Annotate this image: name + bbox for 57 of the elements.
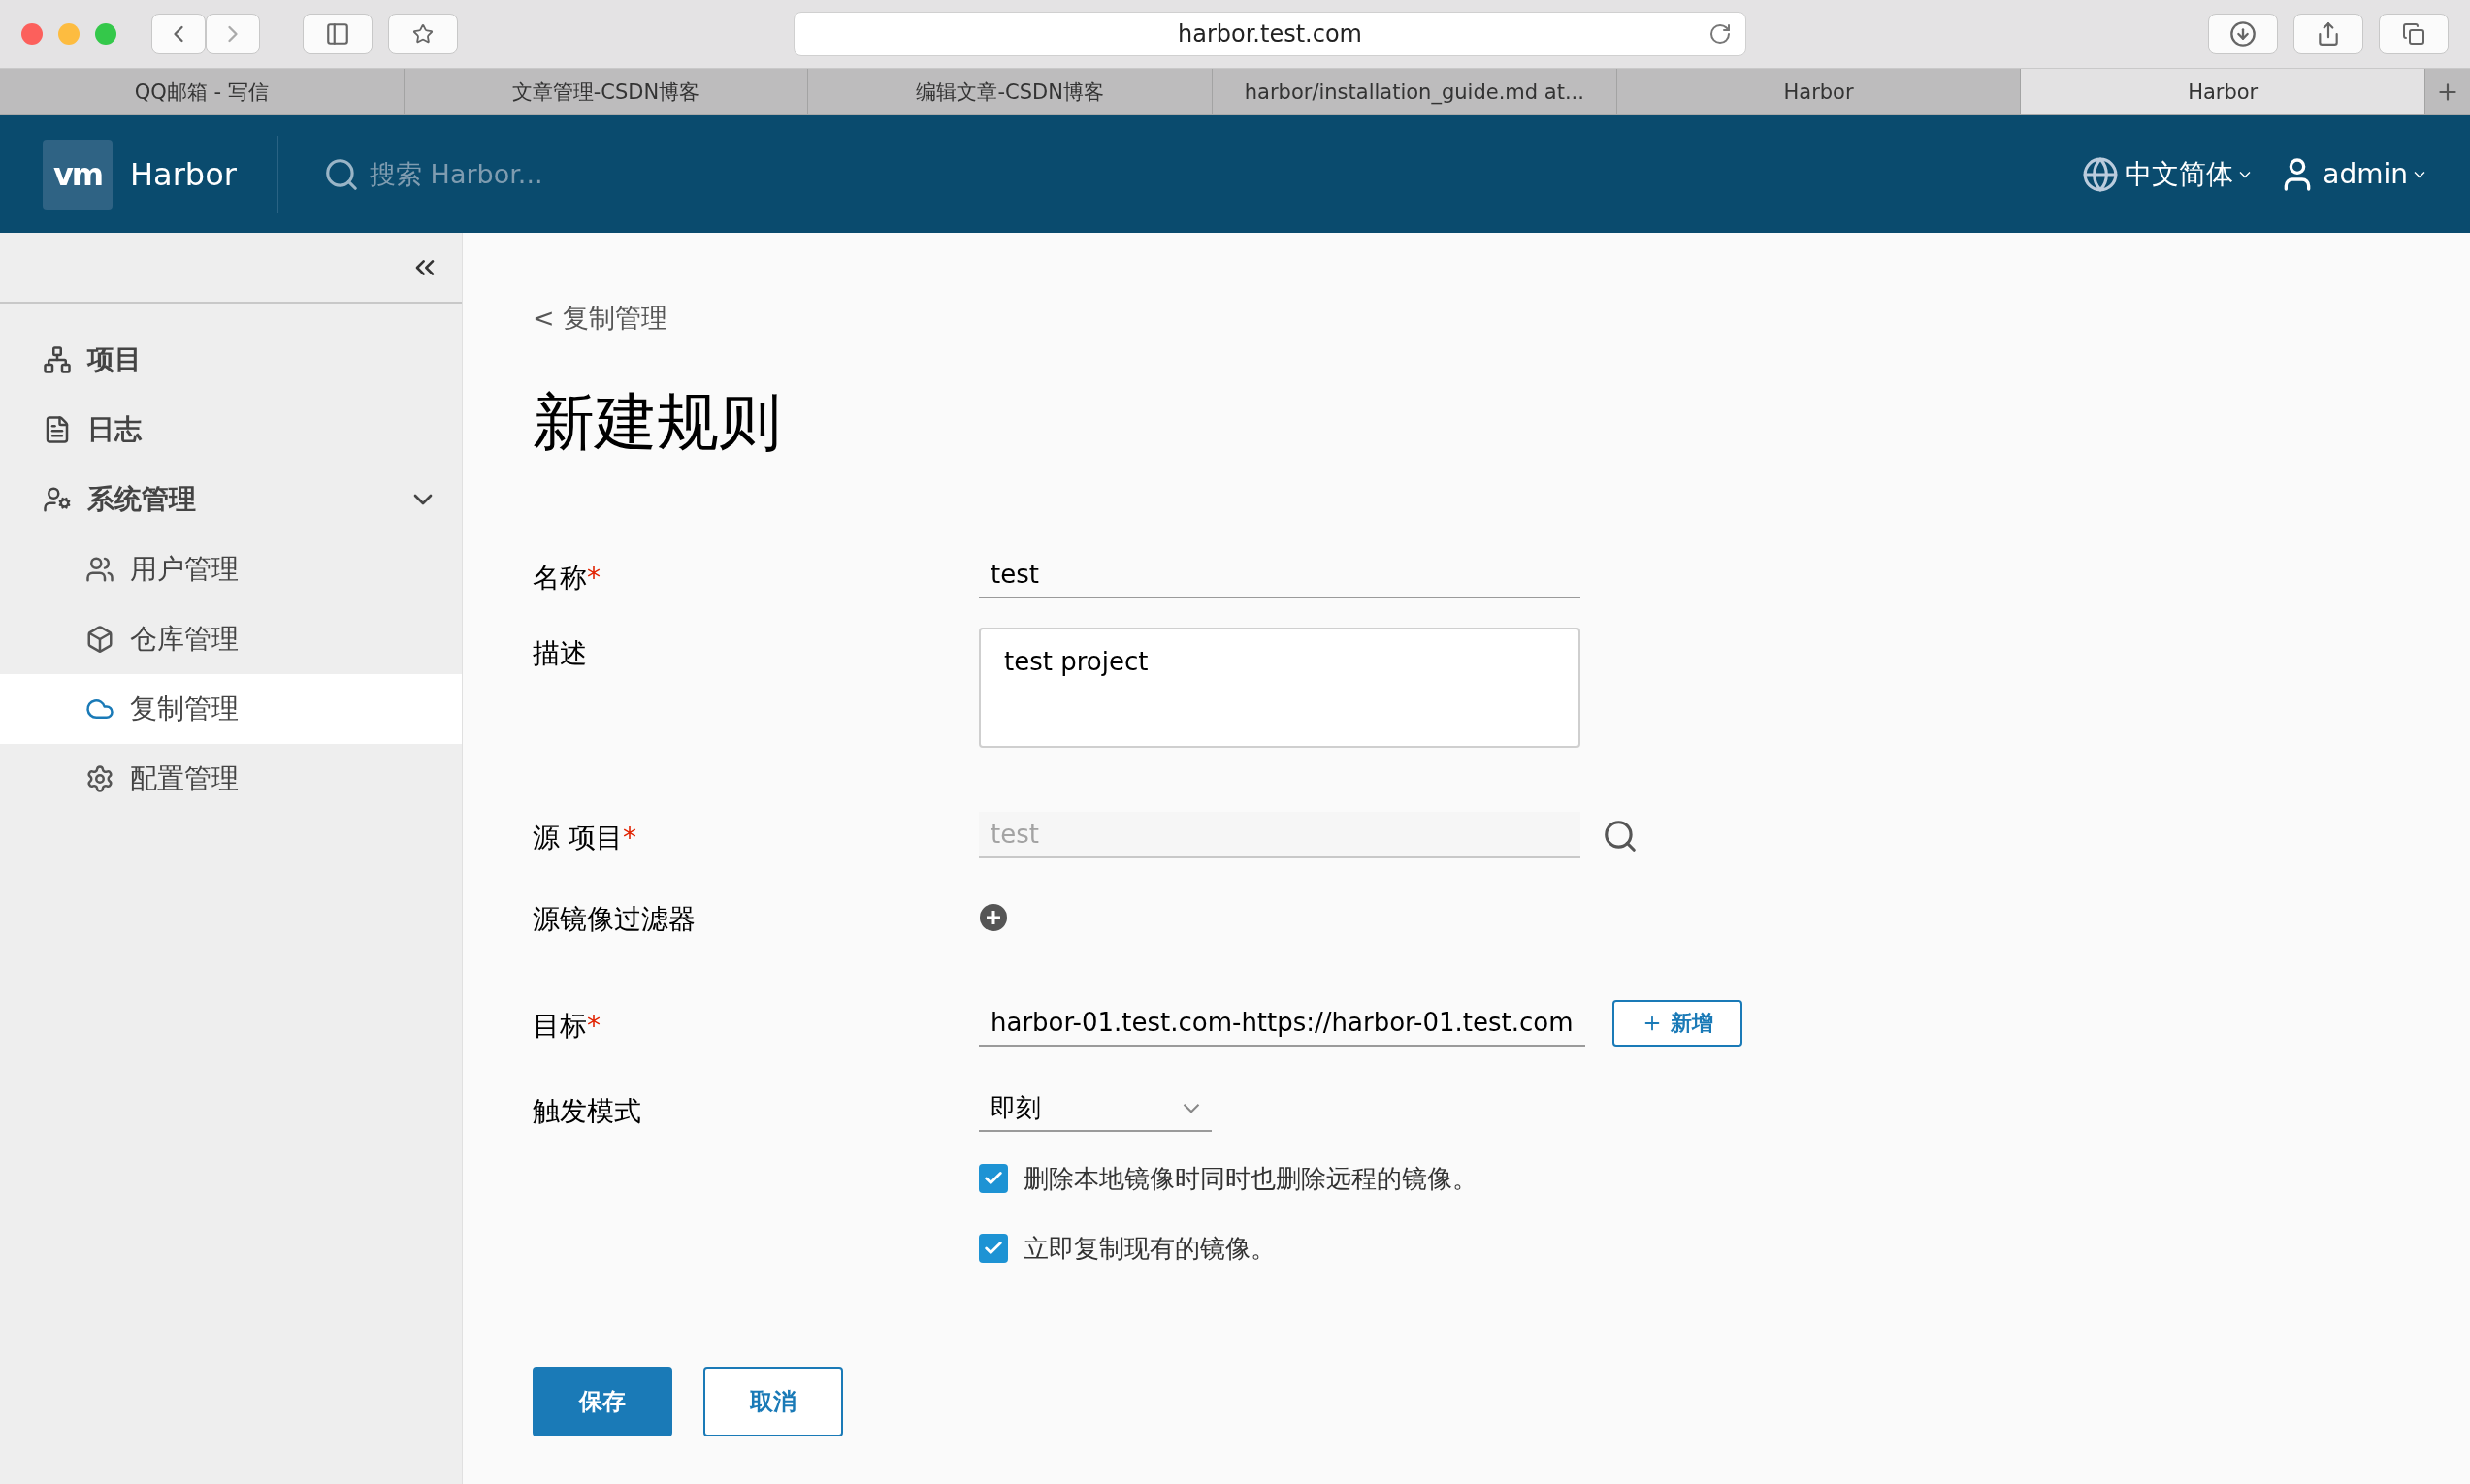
checkbox[interactable]: [979, 1234, 1008, 1263]
input-field[interactable]: test: [979, 552, 1580, 598]
plus-circle-icon[interactable]: [979, 903, 1008, 932]
text-area[interactable]: test project: [979, 628, 1580, 748]
field-label: 目标*: [533, 1009, 601, 1044]
field-label: 源镜像过滤器: [533, 902, 697, 937]
user-gear-icon: [43, 485, 72, 514]
checkbox-label: 删除本地镜像时同时也删除远程的镜像。: [1024, 1162, 1478, 1195]
share-icon: [2316, 21, 2341, 47]
checkbox-label: 立即复制现有的镜像。: [1024, 1232, 1276, 1265]
logo: vm: [43, 139, 113, 210]
download-icon: [2229, 20, 2257, 48]
back-link[interactable]: < 复制管理: [533, 303, 668, 333]
save-button[interactable]: 保存: [533, 1367, 672, 1436]
nav-item[interactable]: 系统管理: [0, 465, 462, 534]
nav-item[interactable]: 仓库管理: [0, 604, 462, 674]
app-title: Harbor: [130, 155, 238, 193]
search-icon[interactable]: [1602, 818, 1639, 855]
nav-item[interactable]: 项目: [0, 325, 462, 395]
star-icon: [412, 23, 434, 45]
add-button[interactable]: 新增: [1611, 1000, 1742, 1047]
close-icon[interactable]: [21, 23, 43, 45]
chevron-down-icon: [1183, 1102, 1200, 1113]
language-menu[interactable]: 中文简体: [2125, 155, 2234, 193]
field-label: 名称*: [533, 561, 601, 596]
user-menu[interactable]: admin: [2323, 158, 2408, 190]
caret-icon: [2414, 170, 2425, 178]
gear-icon: [85, 764, 114, 793]
field-label: 源 项目*: [533, 821, 637, 855]
page-title: 新建规则: [533, 385, 782, 460]
download-button[interactable]: [2208, 14, 2278, 54]
field-label: 描述: [533, 636, 588, 671]
input-field[interactable]: harbor-01.test.com-https://harbor-01.test.com: [979, 1000, 1585, 1047]
users-icon: [85, 555, 114, 584]
globe-icon[interactable]: [2082, 155, 2120, 193]
tabs-button[interactable]: [2379, 14, 2449, 54]
select-field[interactable]: 即刻: [979, 1085, 1212, 1132]
sitemap-icon: [43, 345, 72, 374]
nav-item[interactable]: 日志: [0, 395, 462, 465]
nav-item[interactable]: 配置管理: [0, 744, 462, 814]
bookmarks-button[interactable]: [388, 14, 458, 54]
browser-tab[interactable]: Harbor: [2021, 69, 2426, 114]
url-text: harbor.test.com: [1178, 20, 1362, 48]
cube-icon: [85, 625, 114, 654]
share-button[interactable]: [2293, 14, 2363, 54]
sidebar-button[interactable]: [303, 14, 373, 54]
cancel-button[interactable]: 取消: [703, 1367, 843, 1436]
back-button[interactable]: [151, 14, 206, 54]
caret-icon: [2239, 170, 2252, 178]
reload-icon[interactable]: [1708, 22, 1732, 46]
sidebar-icon: [325, 21, 350, 47]
address-bar[interactable]: harbor.test.com: [794, 12, 1746, 56]
checkbox[interactable]: [979, 1164, 1008, 1193]
field-label: 触发模式: [533, 1094, 642, 1129]
overlapping-squares-icon: [2402, 22, 2425, 46]
nav-item[interactable]: 复制管理: [0, 674, 462, 744]
nav-item[interactable]: 用户管理: [0, 534, 462, 604]
